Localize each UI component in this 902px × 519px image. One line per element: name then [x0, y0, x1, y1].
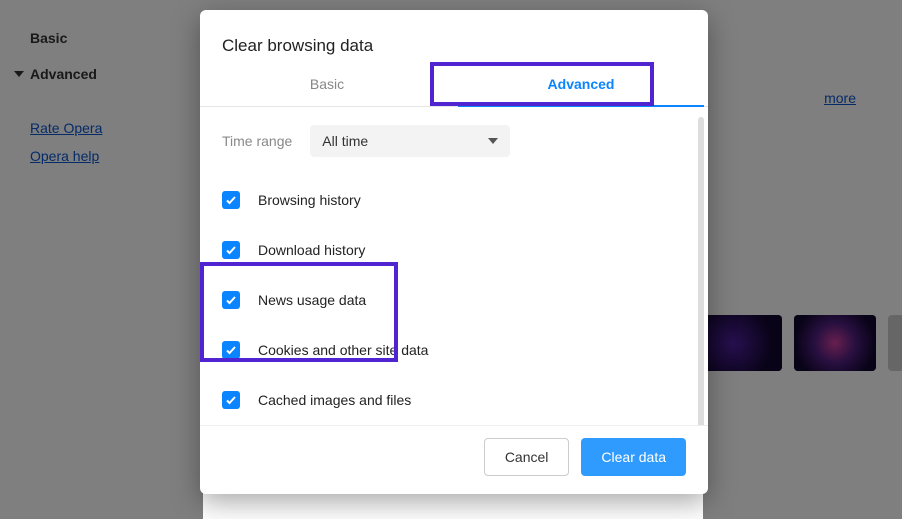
cancel-button[interactable]: Cancel — [484, 438, 570, 476]
checkbox[interactable] — [222, 391, 240, 409]
time-range-select[interactable]: All time — [310, 125, 510, 157]
option-download-history[interactable]: Download history — [222, 225, 686, 275]
tab-advanced[interactable]: Advanced — [454, 64, 708, 106]
time-range-value: All time — [322, 133, 368, 149]
option-label: Cached images and files — [258, 392, 411, 408]
option-label: Cookies and other site data — [258, 342, 428, 358]
option-label: Browsing history — [258, 192, 361, 208]
clear-data-button[interactable]: Clear data — [581, 438, 686, 476]
option-cached[interactable]: Cached images and files — [222, 375, 686, 425]
option-label: Download history — [258, 242, 365, 258]
modal-footer: Cancel Clear data — [200, 425, 708, 494]
checkbox[interactable] — [222, 241, 240, 259]
time-range-label: Time range — [222, 133, 292, 149]
time-range-row: Time range All time — [222, 125, 686, 157]
option-browsing-history[interactable]: Browsing history — [222, 175, 686, 225]
checkbox[interactable] — [222, 341, 240, 359]
chevron-down-icon — [488, 138, 498, 144]
tab-basic[interactable]: Basic — [200, 64, 454, 106]
clear-browsing-data-dialog: Clear browsing data Basic Advanced Time … — [200, 10, 708, 494]
checkbox[interactable] — [222, 191, 240, 209]
scrollbar[interactable] — [698, 117, 704, 425]
modal-title: Clear browsing data — [200, 10, 708, 64]
option-label: News usage data — [258, 292, 366, 308]
checkbox[interactable] — [222, 291, 240, 309]
modal-tabs: Basic Advanced — [200, 64, 708, 107]
option-news-usage[interactable]: News usage data — [222, 275, 686, 325]
option-cookies[interactable]: Cookies and other site data — [222, 325, 686, 375]
